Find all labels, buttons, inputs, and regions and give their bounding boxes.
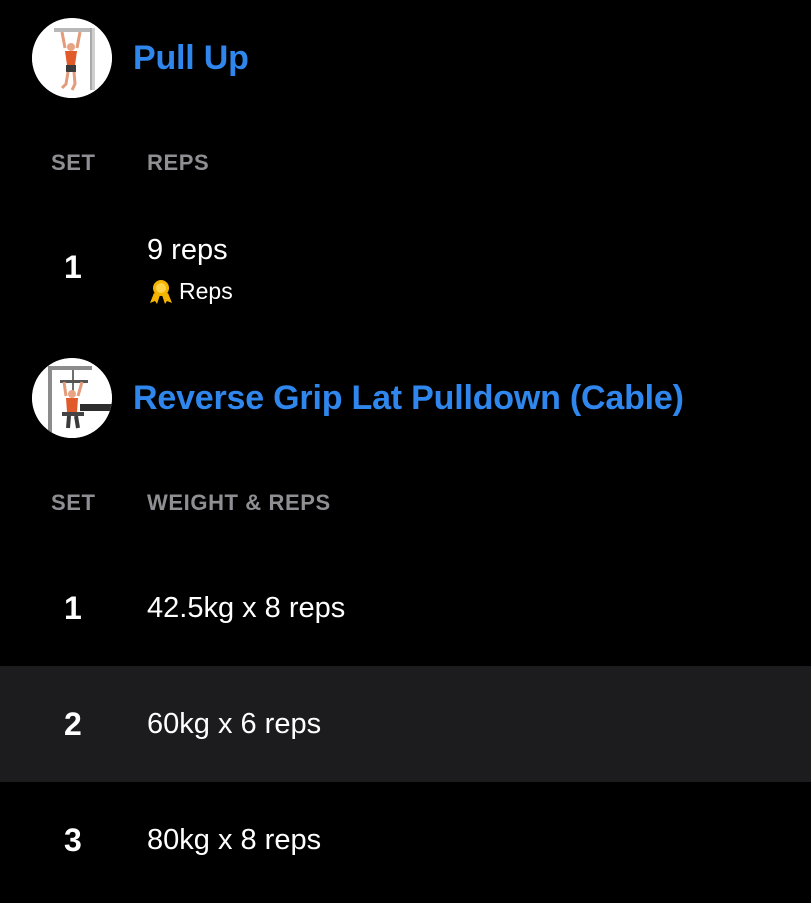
pull-up-illustration — [32, 18, 112, 98]
set-number: 1 — [64, 249, 82, 285]
column-set-label: SET — [51, 490, 96, 515]
column-set-label: SET — [51, 150, 96, 175]
set-table-header: SET REPS — [0, 142, 811, 182]
set-value: 60kg x 6 reps — [147, 708, 322, 740]
exercise-title[interactable]: Reverse Grip Lat Pulldown (Cable) — [133, 379, 684, 418]
set-table-header: SET WEIGHT & REPS — [0, 482, 811, 522]
set-number: 3 — [64, 822, 82, 858]
set-row: 1 9 reps Reps — [0, 218, 811, 318]
set-number: 2 — [64, 706, 82, 742]
exercise-title[interactable]: Pull Up — [133, 39, 249, 78]
personal-record-badge: Reps — [147, 277, 233, 305]
exercise-header-pull-up[interactable]: Pull Up — [32, 18, 249, 98]
set-value: 80kg x 8 reps — [147, 824, 322, 856]
exercise-header-lat-pulldown[interactable]: Reverse Grip Lat Pulldown (Cable) — [32, 358, 684, 438]
column-reps-label: REPS — [147, 150, 210, 175]
column-weight-reps-label: WEIGHT & REPS — [147, 490, 331, 515]
set-row: 2 60kg x 6 reps — [0, 666, 811, 782]
set-row: 1 42.5kg x 8 reps — [0, 550, 811, 666]
medal-icon — [150, 280, 172, 304]
set-number: 1 — [64, 590, 82, 626]
pull-up-thumbnail[interactable] — [32, 18, 112, 98]
set-value: 9 reps — [147, 234, 228, 266]
workout-detail: Pull Up SET REPS 1 9 reps Reps Reverse G… — [0, 0, 811, 903]
lat-pulldown-illustration — [32, 358, 112, 438]
set-row: 3 80kg x 8 reps — [0, 782, 811, 903]
set-value: 42.5kg x 8 reps — [147, 592, 346, 624]
badge-label: Reps — [179, 277, 233, 304]
lat-pulldown-thumbnail[interactable] — [32, 358, 112, 438]
